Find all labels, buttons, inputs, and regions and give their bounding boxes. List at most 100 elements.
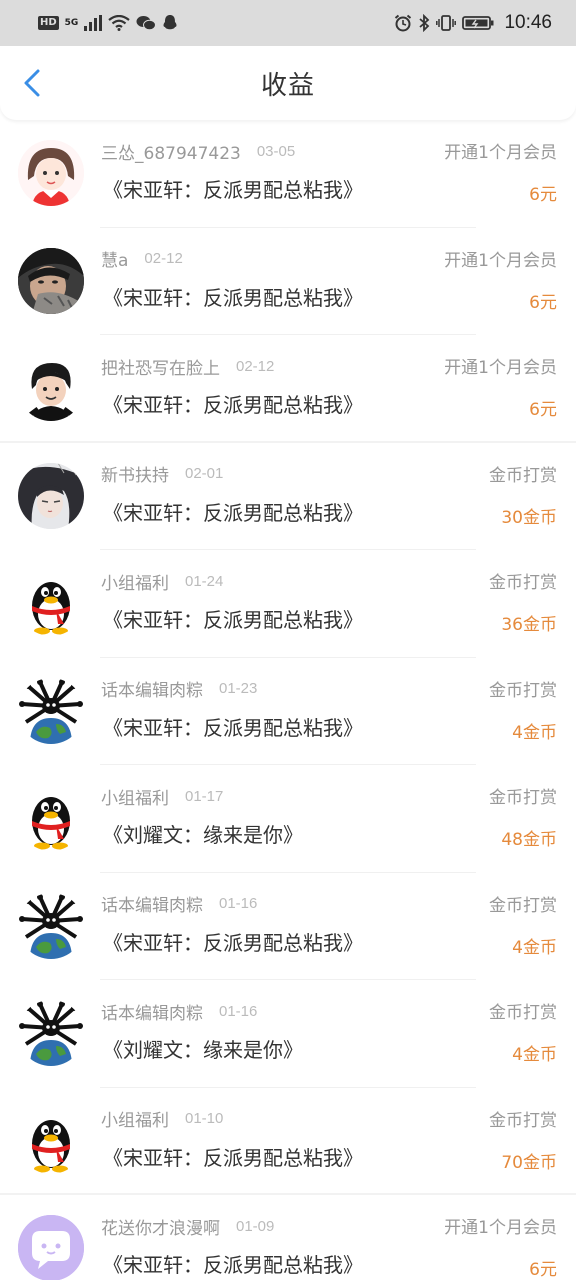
list-item[interactable]: 新书扶持 02-01 《宋亚轩：反派男配总粘我》 金币打赏 30金币 bbox=[0, 443, 576, 550]
vibrate-icon bbox=[436, 15, 457, 31]
earning-amount: 4金币 bbox=[512, 722, 557, 743]
item-date: 01-09 bbox=[236, 1217, 275, 1235]
penguin-avatar bbox=[18, 1107, 84, 1174]
item-info: 花送你才浪漫啊 01-09 《宋亚轩：反派男配总粘我》 开通1个月会员 6元 bbox=[101, 1213, 562, 1280]
book-title: 《宋亚轩：反派男配总粘我》 bbox=[103, 500, 363, 525]
list-item[interactable]: 花送你才浪漫啊 01-09 《宋亚轩：反派男配总粘我》 开通1个月会员 6元 bbox=[0, 1195, 576, 1280]
earning-type: 金币打赏 bbox=[489, 1003, 557, 1023]
spider-globe-avatar bbox=[18, 892, 84, 959]
book-title: 《刘耀文：缘来是你》 bbox=[103, 823, 303, 847]
earning-type: 金币打赏 bbox=[489, 573, 557, 593]
item-date: 01-24 bbox=[185, 572, 224, 590]
list-item[interactable]: 话本编辑肉粽 01-16 《宋亚轩：反派男配总粘我》 金币打赏 4金币 bbox=[0, 873, 576, 980]
sender-name: 把社恐写在脸上 bbox=[101, 358, 220, 379]
item-date: 03-05 bbox=[256, 142, 296, 160]
book-title: 《宋亚轩：反派男配总粘我》 bbox=[103, 930, 363, 955]
earning-amount: 70金币 bbox=[501, 1152, 557, 1173]
spider-globe-avatar bbox=[18, 677, 84, 744]
list-item[interactable]: 小组福利 01-24 《宋亚轩：反派男配总粘我》 金币打赏 36金币 bbox=[0, 550, 576, 658]
status-time: 10:46 bbox=[504, 12, 552, 33]
photo-avatar bbox=[18, 247, 84, 314]
earning-type: 金币打赏 bbox=[489, 1110, 557, 1131]
book-title: 《宋亚轩：反派男配总粘我》 bbox=[103, 1253, 363, 1277]
earning-type: 金币打赏 bbox=[489, 680, 557, 701]
item-info: 小组福利 01-17 《刘耀文：缘来是你》 金币打赏 48金币 bbox=[101, 783, 562, 851]
earning-amount: 30金币 bbox=[501, 507, 557, 528]
penguin-avatar bbox=[18, 570, 84, 636]
signal-icon bbox=[84, 15, 103, 31]
item-info: 话本编辑肉粽 01-16 《宋亚轩：反派男配总粘我》 金币打赏 4金币 bbox=[101, 891, 562, 958]
book-title: 《宋亚轩：反派男配总粘我》 bbox=[103, 178, 363, 202]
item-info: 新书扶持 02-01 《宋亚轩：反派男配总粘我》 金币打赏 30金币 bbox=[101, 461, 562, 528]
earning-amount: 6元 bbox=[529, 400, 557, 420]
bluetooth-icon bbox=[419, 14, 430, 32]
wifi-icon bbox=[108, 15, 131, 31]
item-info: 小组福利 01-10 《宋亚轩：反派男配总粘我》 金币打赏 70金币 bbox=[101, 1106, 562, 1173]
qq-icon bbox=[163, 15, 177, 30]
penguin-avatar bbox=[18, 785, 84, 851]
network-label: 5G bbox=[64, 17, 79, 28]
status-left: HD 5G bbox=[38, 14, 178, 32]
cartoon-boy-avatar bbox=[18, 355, 84, 421]
item-info: 话本编辑肉粽 01-23 《宋亚轩：反派男配总粘我》 金币打赏 4金币 bbox=[101, 676, 562, 743]
book-title: 《宋亚轩：反派男配总粘我》 bbox=[103, 715, 363, 740]
list-item[interactable]: 三怂_687947423 03-05 《宋亚轩：反派男配总粘我》 开通1个月会员… bbox=[0, 120, 576, 228]
back-button[interactable] bbox=[14, 64, 50, 102]
list-item[interactable]: 把社恐写在脸上 02-12 《宋亚轩：反派男配总粘我》 开通1个月会员 6元 bbox=[0, 335, 576, 443]
book-title: 《宋亚轩：反派男配总粘我》 bbox=[103, 608, 363, 632]
item-date: 02-12 bbox=[236, 357, 275, 375]
sender-name: 话本编辑肉粽 bbox=[101, 681, 203, 701]
book-title: 《宋亚轩：反派男配总粘我》 bbox=[103, 285, 363, 310]
earning-amount: 6元 bbox=[529, 292, 557, 313]
item-date: 01-17 bbox=[185, 787, 224, 805]
earning-amount: 4金币 bbox=[512, 937, 557, 958]
item-date: 02-01 bbox=[185, 465, 224, 482]
hd-badge: HD bbox=[38, 16, 59, 30]
earning-amount: 6元 bbox=[529, 1260, 557, 1280]
sender-name: 话本编辑肉粽 bbox=[101, 896, 203, 916]
earning-type: 金币打赏 bbox=[489, 465, 557, 486]
earning-type: 金币打赏 bbox=[489, 788, 557, 808]
list-item[interactable]: 话本编辑肉粽 01-23 《宋亚轩：反派男配总粘我》 金币打赏 4金币 bbox=[0, 658, 576, 765]
item-info: 小组福利 01-24 《宋亚轩：反派男配总粘我》 金币打赏 36金币 bbox=[101, 568, 562, 636]
sender-name: 小组福利 bbox=[101, 573, 169, 594]
earning-type: 开通1个月会员 bbox=[444, 1218, 557, 1238]
item-date: 01-23 bbox=[219, 680, 258, 697]
sender-name: 小组福利 bbox=[101, 788, 169, 809]
earning-type: 金币打赏 bbox=[489, 895, 557, 916]
earning-type: 开通1个月会员 bbox=[444, 358, 557, 378]
earning-type: 开通1个月会员 bbox=[444, 250, 557, 271]
earning-amount: 48金币 bbox=[501, 830, 557, 850]
earning-amount: 4金币 bbox=[512, 1045, 557, 1065]
status-bar: HD 5G 10:46 bbox=[0, 0, 576, 46]
item-info: 把社恐写在脸上 02-12 《宋亚轩：反派男配总粘我》 开通1个月会员 6元 bbox=[101, 353, 562, 421]
earning-type: 开通1个月会员 bbox=[444, 143, 557, 163]
list-item[interactable]: 话本编辑肉粽 01-16 《刘耀文：缘来是你》 金币打赏 4金币 bbox=[0, 980, 576, 1088]
spider-globe-avatar bbox=[18, 1000, 84, 1066]
item-date: 01-16 bbox=[219, 895, 258, 912]
book-title: 《宋亚轩：反派男配总粘我》 bbox=[103, 1145, 363, 1170]
sender-name: 慧a bbox=[101, 251, 129, 271]
sender-name: 三怂_687947423 bbox=[101, 143, 241, 164]
earning-amount: 6元 bbox=[529, 185, 557, 205]
sender-name: 新书扶持 bbox=[101, 466, 169, 486]
list-item[interactable]: 慧a 02-12 《宋亚轩：反派男配总粘我》 开通1个月会员 6元 bbox=[0, 228, 576, 335]
list-item[interactable]: 小组福利 01-17 《刘耀文：缘来是你》 金币打赏 48金币 bbox=[0, 765, 576, 873]
girl-avatar bbox=[18, 140, 84, 206]
anime-avatar bbox=[18, 462, 84, 529]
sender-name: 花送你才浪漫啊 bbox=[101, 1218, 220, 1239]
item-info: 话本编辑肉粽 01-16 《刘耀文：缘来是你》 金币打赏 4金币 bbox=[101, 998, 562, 1066]
earnings-list: 三怂_687947423 03-05 《宋亚轩：反派男配总粘我》 开通1个月会员… bbox=[0, 120, 576, 1280]
item-info: 慧a 02-12 《宋亚轩：反派男配总粘我》 开通1个月会员 6元 bbox=[101, 246, 562, 313]
battery-icon bbox=[462, 16, 494, 30]
page-header: 收益 bbox=[0, 46, 576, 120]
item-date: 02-12 bbox=[144, 250, 183, 267]
list-item[interactable]: 小组福利 01-10 《宋亚轩：反派男配总粘我》 金币打赏 70金币 bbox=[0, 1088, 576, 1195]
wechat-icon bbox=[136, 16, 157, 31]
page-title: 收益 bbox=[260, 70, 315, 101]
alarm-icon bbox=[395, 14, 412, 32]
item-date: 01-16 bbox=[219, 1002, 258, 1020]
item-info: 三怂_687947423 03-05 《宋亚轩：反派男配总粘我》 开通1个月会员… bbox=[101, 138, 562, 206]
book-title: 《刘耀文：缘来是你》 bbox=[103, 1038, 303, 1062]
item-date: 01-10 bbox=[185, 1110, 224, 1127]
